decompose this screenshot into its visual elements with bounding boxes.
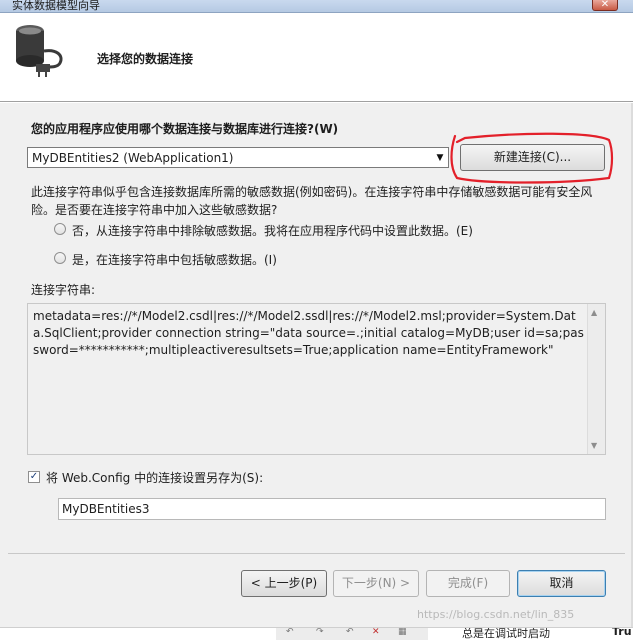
connection-question-label: 您的应用程序应使用哪个数据连接与数据库进行连接?(W) <box>31 122 339 136</box>
save-settings-checkbox[interactable]: ✓ <box>28 471 40 483</box>
connection-select-value: MyDBEntities2 (WebApplication1) <box>32 151 234 165</box>
wizard-header: 选择您的数据连接 <box>0 13 633 101</box>
save-settings-label[interactable]: 将 Web.Config 中的连接设置另存为(S): <box>46 469 263 486</box>
scroll-up-icon[interactable]: ▲ <box>591 308 597 317</box>
include-sensitive-label[interactable]: 是，在连接字符串中包括敏感数据。(I) <box>72 251 277 268</box>
entity-name-input[interactable]: MyDBEntities3 <box>58 498 606 520</box>
scroll-down-icon[interactable]: ▼ <box>591 441 597 450</box>
entity-name-value: MyDBEntities3 <box>62 502 150 516</box>
background-ide-strip: ↶ ↷ ↶ ✕ ▦ 总是在调试时启动 Tru <box>0 627 633 640</box>
undo-icon: ↶ <box>286 627 294 637</box>
grid-icon: ▦ <box>398 627 407 637</box>
background-status-right: Tru <box>612 627 632 638</box>
nav-icon: ↶ <box>346 627 354 637</box>
finish-button[interactable]: 完成(F) <box>426 570 510 597</box>
connection-select[interactable]: MyDBEntities2 (WebApplication1) ▼ <box>27 147 449 168</box>
connection-string-scrollbar[interactable]: ▲ ▼ <box>587 304 605 454</box>
redo-icon: ↷ <box>316 627 324 637</box>
page-heading: 选择您的数据连接 <box>97 52 194 66</box>
connection-string-box[interactable]: metadata=res://*/Model2.csdl|res://*/Mod… <box>27 303 606 455</box>
sensitive-data-warning: 此连接字符串似乎包含连接数据库所需的敏感数据(例如密码)。在连接字符串中存储敏感… <box>31 185 593 217</box>
connection-string-label: 连接字符串: <box>31 283 96 297</box>
cancel-button[interactable]: 取消 <box>517 570 606 597</box>
footer-divider <box>8 553 625 554</box>
window-title: 实体数据模型向导 <box>12 0 100 12</box>
include-sensitive-radio[interactable] <box>54 252 66 264</box>
delete-icon: ✕ <box>372 627 380 637</box>
exclude-sensitive-radio[interactable] <box>54 223 66 235</box>
connection-string-text: metadata=res://*/Model2.csdl|res://*/Mod… <box>33 309 584 357</box>
back-button[interactable]: < 上一步(P) <box>241 570 327 597</box>
title-bar: 实体数据模型向导 ✕ <box>0 0 633 13</box>
wizard-body: 您的应用程序应使用哪个数据连接与数据库进行连接?(W) MyDBEntities… <box>0 103 633 627</box>
database-plug-icon <box>16 25 63 77</box>
background-toolbar: ↶ ↷ ↶ ✕ ▦ <box>276 628 428 640</box>
exclude-sensitive-label[interactable]: 否，从连接字符串中排除敏感数据。我将在应用程序代码中设置此数据。(E) <box>72 222 473 239</box>
close-button[interactable]: ✕ <box>592 0 618 11</box>
background-status-text: 总是在调试时启动 <box>462 627 550 640</box>
watermark: https://blog.csdn.net/lin_835 <box>417 608 575 621</box>
red-annotation-circle <box>450 132 614 184</box>
next-button[interactable]: 下一步(N) > <box>333 570 419 597</box>
